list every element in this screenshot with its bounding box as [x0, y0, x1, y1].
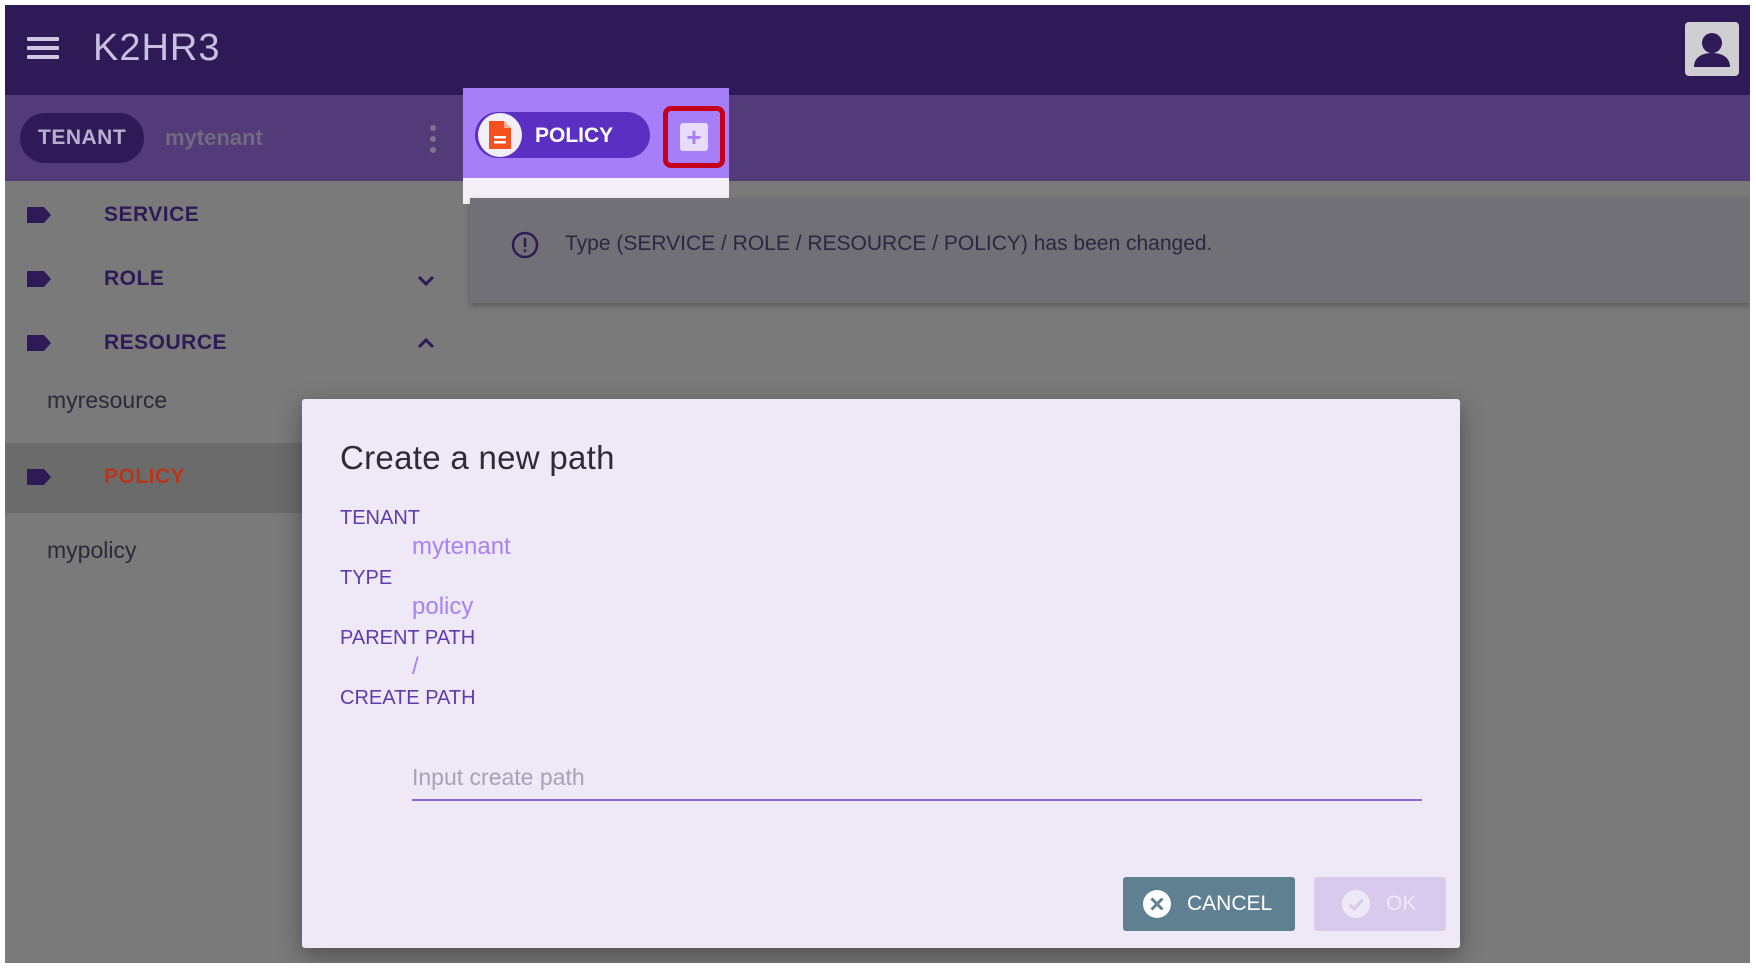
- sidebar-item-label: POLICY: [104, 465, 186, 488]
- ok-button[interactable]: OK: [1314, 877, 1446, 931]
- create-path-label: CREATE PATH: [340, 687, 476, 709]
- check-circle-icon: [1342, 890, 1370, 918]
- hamburger-menu-icon[interactable]: [27, 37, 59, 59]
- app-frame: K2HR3 TENANT mytenant POLICY + SERVICE R…: [5, 5, 1750, 963]
- app-title: K2HR3: [93, 27, 221, 69]
- account-button[interactable]: [1685, 22, 1739, 76]
- add-path-button[interactable]: +: [663, 106, 725, 168]
- notification-text: Type (SERVICE / ROLE / RESOURCE / POLICY…: [565, 232, 1213, 255]
- cancel-button-label: CANCEL: [1187, 892, 1273, 915]
- sidebar-subitem-myresource[interactable]: myresource: [47, 387, 167, 414]
- app-bar: K2HR3: [5, 5, 1750, 95]
- context-toolbar: TENANT mytenant: [5, 95, 1750, 181]
- cancel-button[interactable]: CANCEL: [1123, 877, 1295, 931]
- ok-button-label: OK: [1386, 892, 1417, 915]
- policy-avatar: [478, 113, 522, 157]
- policy-chip[interactable]: POLICY: [475, 112, 650, 158]
- tenant-name: mytenant: [165, 125, 263, 150]
- sidebar-item-role[interactable]: ROLE: [5, 245, 463, 315]
- sidebar-item-service[interactable]: SERVICE: [5, 181, 463, 251]
- parent-path-label: PARENT PATH: [340, 627, 476, 649]
- tenant-chip[interactable]: TENANT: [20, 113, 145, 163]
- label-icon: [27, 207, 51, 223]
- more-vert-icon[interactable]: [429, 125, 437, 153]
- notification-banner: Type (SERVICE / ROLE / RESOURCE / POLICY…: [470, 198, 1750, 303]
- chevron-down-icon[interactable]: [415, 269, 437, 291]
- info-icon: [511, 231, 539, 259]
- create-path-input[interactable]: [412, 761, 1422, 801]
- tenant-value: mytenant: [412, 533, 511, 560]
- sidebar-item-label: ROLE: [104, 267, 165, 290]
- tenant-label: TENANT: [340, 507, 420, 529]
- policy-highlight-area: POLICY +: [463, 88, 729, 178]
- label-icon: [27, 469, 51, 485]
- cancel-icon: [1143, 890, 1171, 918]
- add-box-icon: +: [680, 123, 708, 151]
- sidebar-subitem-mypolicy[interactable]: mypolicy: [47, 537, 136, 564]
- dialog-title: Create a new path: [340, 439, 615, 476]
- type-value: policy: [412, 593, 474, 620]
- type-label: TYPE: [340, 567, 393, 589]
- create-path-dialog: Create a new path TENANT mytenant TYPE p…: [302, 399, 1460, 948]
- account-icon: [1694, 33, 1730, 67]
- chevron-up-icon[interactable]: [415, 333, 437, 355]
- policy-chip-label: POLICY: [535, 124, 614, 147]
- document-icon: [489, 121, 511, 149]
- sidebar-item-resource[interactable]: RESOURCE: [5, 309, 463, 379]
- label-icon: [27, 335, 51, 351]
- label-icon: [27, 271, 51, 287]
- sidebar-item-label: SERVICE: [104, 203, 200, 226]
- parent-path-value: /: [412, 653, 419, 680]
- sidebar-item-label: RESOURCE: [104, 331, 228, 354]
